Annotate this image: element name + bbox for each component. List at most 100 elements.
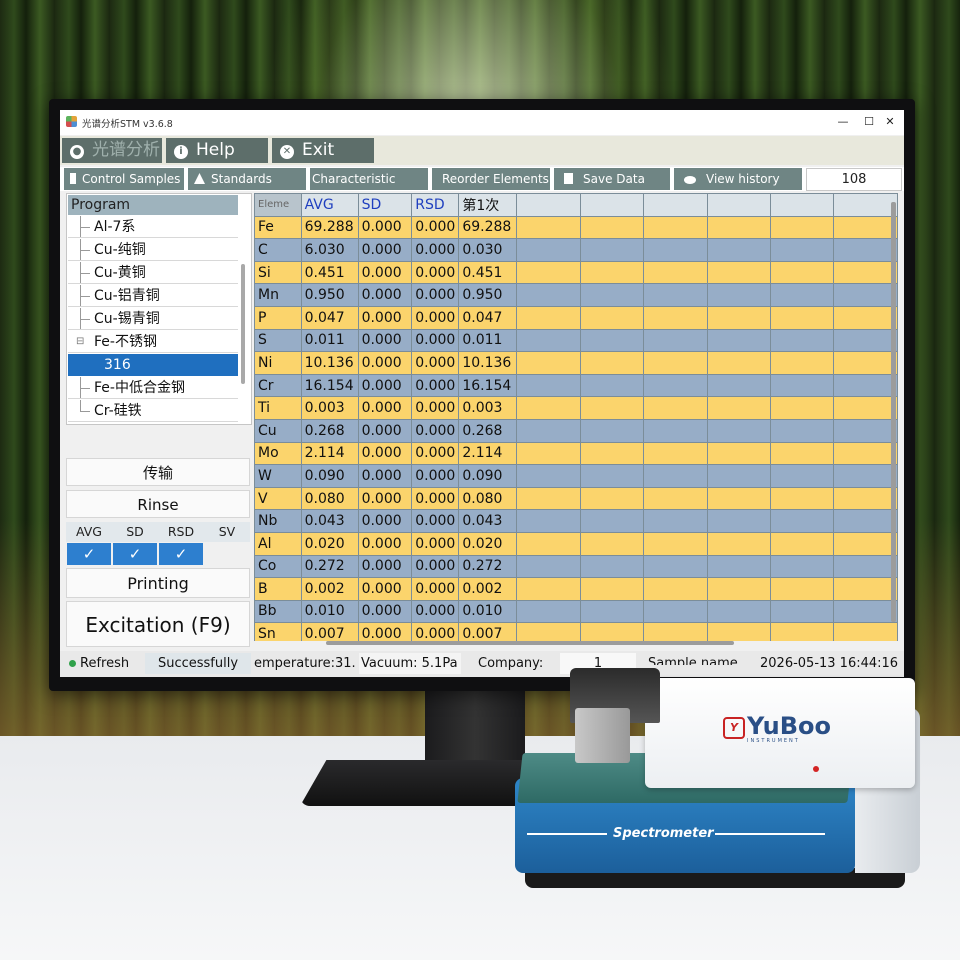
column-header[interactable]: SD: [357, 193, 413, 217]
menu-spectral-analysis[interactable]: ● 光谱分析: [62, 138, 162, 163]
empty-cell: [833, 215, 898, 240]
stat-label-rsd: RSD: [167, 524, 195, 539]
table-row[interactable]: Bb 0.010 0.000 0.000 0.010: [254, 599, 898, 624]
standards-button[interactable]: Standards: [188, 168, 306, 190]
table-row[interactable]: Nb 0.043 0.000 0.000 0.043: [254, 509, 898, 533]
grid-vertical-scrollbar[interactable]: [891, 202, 896, 622]
sd-checkbox[interactable]: ✓: [113, 543, 157, 565]
refresh-label[interactable]: Refresh: [80, 653, 142, 674]
collapse-icon[interactable]: ⊟: [76, 331, 84, 353]
table-header-row: Eleme AVG SD RSD 第1次: [254, 193, 898, 217]
table-row[interactable]: Ti 0.003 0.000 0.000 0.003: [254, 396, 898, 420]
tree-scrollbar[interactable]: [241, 264, 245, 384]
column-header-empty[interactable]: [643, 193, 708, 217]
value-cell: 0.272: [300, 554, 359, 579]
reorder-elements-button[interactable]: Reorder Elements: [432, 168, 550, 190]
table-row[interactable]: Si 0.451 0.000 0.000 0.451: [254, 260, 898, 285]
tree-branch: [80, 388, 90, 389]
value-cell: 0.000: [411, 351, 460, 375]
column-header[interactable]: 第1次: [458, 193, 518, 217]
column-header[interactable]: AVG: [300, 193, 359, 217]
value-cell: 0.080: [300, 486, 359, 511]
table-row[interactable]: V 0.080 0.000 0.000 0.080: [254, 486, 898, 511]
program-item-al7[interactable]: Al-7系: [68, 216, 238, 238]
empty-cell: [833, 599, 898, 624]
rsd-checkbox[interactable]: ✓: [159, 543, 203, 565]
printing-button[interactable]: Printing: [66, 568, 250, 598]
empty-cell: [769, 441, 835, 466]
column-header-empty[interactable]: [516, 193, 581, 217]
avg-checkbox[interactable]: ✓: [67, 543, 111, 565]
sv-checkbox[interactable]: [205, 543, 249, 565]
program-item-cu-tin-bronze[interactable]: Cu-锡青铜: [68, 308, 238, 330]
table-row[interactable]: Co 0.272 0.000 0.000 0.272: [254, 554, 898, 579]
stat-options-header: AVG SD RSD SV: [66, 522, 250, 542]
table-row[interactable]: Mo 2.114 0.000 0.000 2.114: [254, 441, 898, 466]
save-data-button[interactable]: Save Data: [554, 168, 670, 190]
table-row[interactable]: Al 0.020 0.000 0.000 0.020: [254, 531, 898, 556]
table-body: Fe 69.288 0.000 0.000 69.288 C 6.030 0.000 0.000…: [254, 215, 898, 641]
close-window-button[interactable]: ✕: [877, 113, 903, 131]
table-row[interactable]: B 0.002 0.000 0.000 0.002: [254, 577, 898, 601]
empty-cell: [516, 464, 581, 488]
value-cell: 0.003: [458, 396, 518, 420]
title-bar: 光谱分析STM v3.6.8 — ☐ ✕: [60, 110, 904, 135]
value-cell: 0.000: [411, 328, 460, 353]
element-cell: Nb: [254, 509, 302, 533]
table-row[interactable]: Ni 10.136 0.000 0.000 10.136: [254, 351, 898, 375]
program-item-fe-stainless[interactable]: ⊟ Fe-不锈钢: [68, 331, 238, 353]
table-row[interactable]: Mn 0.950 0.000 0.000 0.950: [254, 283, 898, 307]
menu-help[interactable]: i Help: [166, 138, 268, 163]
value-cell: 0.000: [411, 441, 460, 466]
empty-cell: [706, 509, 772, 533]
program-item-cr-ferrosilicon[interactable]: Cr-硅铁: [68, 400, 238, 422]
table-row[interactable]: P 0.047 0.000 0.000 0.047: [254, 305, 898, 330]
table-row[interactable]: Cu 0.268 0.000 0.000 0.268: [254, 418, 898, 443]
empty-cell: [579, 238, 645, 262]
empty-cell: [643, 305, 708, 330]
table-row[interactable]: W 0.090 0.000 0.000 0.090: [254, 464, 898, 488]
minimize-button[interactable]: —: [830, 113, 856, 131]
column-header-empty[interactable]: [579, 193, 645, 217]
monitor-stand-neck: [425, 690, 525, 770]
table-row[interactable]: C 6.030 0.000 0.000 0.030: [254, 238, 898, 262]
menu-exit[interactable]: ✕ Exit: [272, 138, 374, 163]
power-led-icon: [813, 766, 819, 772]
program-item-fe-low-alloy[interactable]: Fe-中低合金钢: [68, 377, 238, 399]
view-history-button[interactable]: View history: [674, 168, 802, 190]
empty-cell: [706, 328, 772, 353]
table-row[interactable]: Fe 69.288 0.000 0.000 69.288: [254, 215, 898, 240]
column-header-empty[interactable]: [833, 193, 898, 217]
characteristic-peaks-button[interactable]: Characteristic peaks: [310, 168, 428, 208]
excitation-button[interactable]: Excitation (F9): [66, 601, 250, 647]
grid-horizontal-scrollbar[interactable]: [326, 641, 734, 645]
control-samples-button[interactable]: Control Samples: [64, 168, 184, 190]
empty-cell: [643, 441, 708, 466]
column-header-empty[interactable]: [706, 193, 772, 217]
empty-cell: [579, 486, 645, 511]
empty-cell: [579, 373, 645, 398]
transfer-button[interactable]: 传输: [66, 458, 250, 486]
program-item-cu-brass[interactable]: Cu-黄铜: [68, 262, 238, 284]
rinse-button[interactable]: Rinse: [66, 490, 250, 518]
empty-cell: [706, 577, 772, 601]
table-row[interactable]: Sn 0.007 0.000 0.000 0.007: [254, 622, 898, 641]
empty-cell: [516, 622, 581, 641]
empty-cell: [833, 351, 898, 375]
program-item-cu-pure[interactable]: Cu-纯铜: [68, 239, 238, 261]
program-item-cu-al-bronze[interactable]: Cu-铝青铜: [68, 285, 238, 307]
empty-cell: [516, 328, 581, 353]
column-header[interactable]: RSD: [411, 193, 460, 217]
element-cell: B: [254, 577, 302, 601]
table-row[interactable]: S 0.011 0.000 0.000 0.011: [254, 328, 898, 353]
element-cell: W: [254, 464, 302, 488]
value-cell: 0.043: [458, 509, 518, 533]
column-header[interactable]: Eleme: [254, 193, 302, 217]
column-header-empty[interactable]: [769, 193, 835, 217]
info-icon: i: [174, 145, 188, 159]
value-cell: 0.030: [458, 238, 518, 262]
program-item-316[interactable]: 316: [68, 354, 238, 376]
element-cell: Sn: [254, 622, 302, 641]
stat-label-avg: AVG: [76, 524, 102, 539]
table-row[interactable]: Cr 16.154 0.000 0.000 16.154: [254, 373, 898, 398]
